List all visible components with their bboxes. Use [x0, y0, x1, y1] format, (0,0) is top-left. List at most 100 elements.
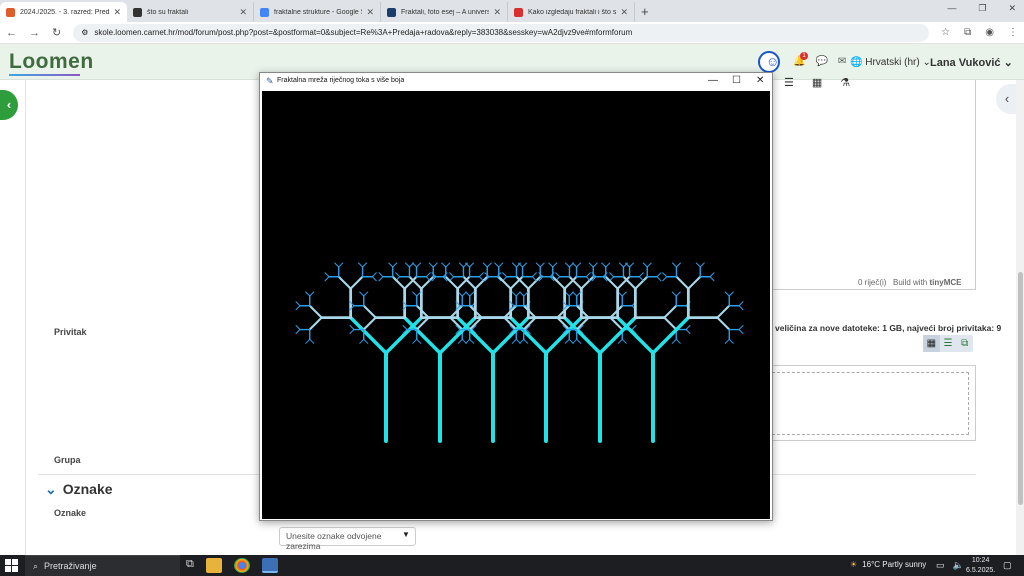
browser-tab[interactable]: fraktalne strukture - Google Se ✕	[254, 2, 381, 22]
back-icon[interactable]: ←	[6, 27, 17, 39]
tab-close-icon[interactable]: ✕	[493, 7, 501, 18]
fractal-branch	[646, 262, 652, 268]
fractal-branch	[621, 291, 627, 297]
tab-favicon	[387, 7, 396, 17]
restore-icon[interactable]: ❐	[978, 3, 986, 14]
tab-title: Kako izgledaju fraktali i što su	[528, 8, 617, 16]
loomen-logo[interactable]: Loomen	[9, 50, 94, 74]
fractal-branch	[531, 276, 537, 282]
address-bar[interactable]: ⚙ skole.loomen.carnet.hr/mod/forum/post.…	[73, 23, 930, 42]
close-icon[interactable]: ✕	[1008, 3, 1016, 14]
chat-icon[interactable]: 💬	[815, 56, 827, 67]
fractal-branch	[738, 305, 744, 311]
fractal-branch	[334, 262, 340, 268]
system-tray: ▭ 🔈	[936, 560, 964, 571]
language-selector[interactable]: 🌐 Hrvatski (hr) ⌄	[850, 57, 931, 68]
minimize-icon[interactable]: —	[947, 3, 956, 14]
fractal-branch	[671, 291, 677, 297]
attachment-label: Privitak	[54, 327, 87, 337]
grid-view-icon[interactable]: ▦	[923, 335, 940, 352]
fractal-branch	[309, 291, 315, 297]
extensions-icon[interactable]: ⧉	[964, 27, 971, 38]
fractal-branch	[642, 262, 648, 268]
file-explorer-icon[interactable]	[205, 558, 222, 573]
taskbar-search[interactable]: ⌕ Pretraživanje	[25, 555, 180, 576]
tab-title: 2024./2025. - 3. razred: Predaja	[20, 8, 110, 16]
browser-tab[interactable]: Fraktali, foto esej – A universe ✕	[381, 2, 508, 22]
tab-close-icon[interactable]: ✕	[366, 7, 374, 18]
tab-close-icon[interactable]: ✕	[239, 7, 247, 18]
notification-center-icon[interactable]: ▢	[1003, 560, 1012, 571]
fractal-branch	[663, 304, 678, 319]
tree-view-icon[interactable]: ⧉	[956, 335, 973, 352]
fractal-branch	[609, 272, 615, 278]
maximize-icon[interactable]: ☐	[732, 75, 741, 86]
menu-icon[interactable]: ⋮	[1008, 27, 1018, 38]
fractal-branch	[363, 338, 369, 344]
fractal-branch	[428, 262, 434, 268]
fractal-branch	[362, 262, 368, 268]
fractal-branch	[371, 272, 377, 278]
tags-input[interactable]: Unesite oznake odvojene zarezima	[279, 527, 416, 551]
fractal-branch	[469, 338, 475, 344]
reload-icon[interactable]: ↻	[52, 26, 61, 39]
python-app-icon[interactable]	[261, 558, 278, 573]
browser-tab[interactable]: 2024./2025. - 3. razred: Predaja ✕	[0, 2, 127, 22]
new-tab-button[interactable]: +	[641, 2, 649, 22]
list-view-icon[interactable]: ☰	[940, 335, 957, 352]
fractal-branch	[585, 272, 591, 278]
tags-section-header[interactable]: ⌄ Oznake	[45, 481, 113, 498]
bookmark-star-icon[interactable]: ☆	[941, 27, 950, 38]
fractal-window[interactable]: ✎ Fraktalna mreža riječnog toka s više b…	[259, 72, 773, 521]
close-icon[interactable]: ✕	[756, 75, 764, 86]
fractal-window-titlebar[interactable]: ✎ Fraktalna mreža riječnog toka s više b…	[260, 73, 772, 91]
fractal-branch	[456, 275, 471, 290]
fractal-branch	[663, 316, 678, 331]
fractal-branch	[395, 272, 401, 278]
tab-close-icon[interactable]: ✕	[620, 7, 628, 18]
message-editor[interactable]	[772, 80, 976, 290]
forward-icon[interactable]: →	[29, 27, 40, 39]
fractal-branch	[349, 325, 355, 331]
page-border	[25, 80, 26, 555]
network-icon[interactable]: ▭	[936, 560, 945, 571]
fractal-branch	[391, 275, 406, 290]
site-info-icon[interactable]: ⚙	[81, 28, 88, 37]
mail-icon[interactable]: ✉	[838, 56, 846, 67]
task-view-icon[interactable]: ⧉	[186, 558, 194, 573]
file-drop-zone[interactable]	[772, 372, 969, 435]
fractal-branch	[432, 262, 438, 268]
minimize-icon[interactable]: —	[708, 75, 718, 86]
fractal-branch	[404, 262, 410, 268]
clock[interactable]: 10:24 6.5.2025.	[966, 556, 995, 576]
fractal-branch	[502, 272, 508, 278]
fractal-branch	[671, 338, 677, 344]
volume-icon[interactable]: 🔈	[953, 560, 964, 571]
fractal-branch	[531, 272, 537, 278]
open-drawer-button[interactable]: ‹	[0, 90, 18, 120]
browser-tab[interactable]: Kako izgledaju fraktali i što su ✕	[508, 2, 635, 22]
word-count: 0 riječ(i)	[858, 278, 887, 287]
fractal-branch	[699, 262, 705, 268]
weather-widget[interactable]: ☀ 16°C Partly sunny	[850, 560, 926, 569]
profile-icon[interactable]: ◉	[985, 27, 994, 38]
fractal-branch	[457, 338, 463, 344]
windows-start-icon[interactable]	[5, 559, 18, 572]
fractal-branch	[309, 338, 315, 344]
taskbar: ⌕ Pretraživanje ⧉ ☀ 16°C Partly sunny ▭ 🔈 …	[0, 555, 1024, 576]
built-with-tinymce[interactable]: Build with tinyMCE	[893, 278, 961, 287]
fractal-branch	[656, 276, 662, 282]
scrollbar-thumb[interactable]	[1018, 272, 1023, 505]
tab-close-icon[interactable]: ✕	[113, 7, 121, 18]
caret-down-icon[interactable]: ▼	[402, 530, 410, 539]
fractal-branch	[724, 338, 730, 344]
user-menu[interactable]: Lana Vuković ⌄	[930, 56, 1013, 69]
browser-tab[interactable]: što su fraktali ✕	[127, 2, 254, 22]
fractal-branch	[738, 329, 744, 335]
open-block-drawer-button[interactable]: ‹	[996, 84, 1018, 114]
fractal-branch	[449, 272, 455, 278]
group-label: Grupa	[54, 455, 81, 465]
fractal-branch	[552, 262, 558, 268]
fractal-branch	[441, 262, 447, 268]
chrome-icon[interactable]	[233, 558, 250, 573]
